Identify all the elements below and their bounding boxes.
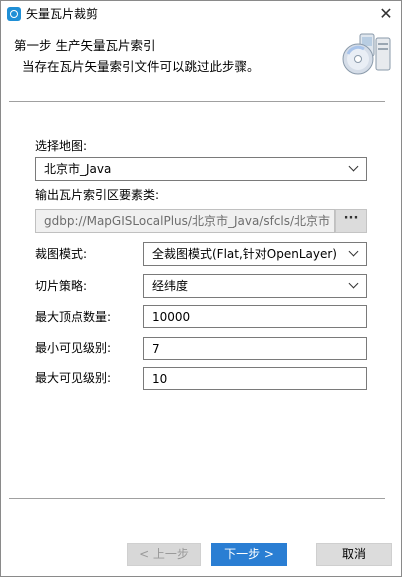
dialog-window: 矢量瓦片裁剪 ✕ 第一步 生产矢量瓦片索引 当存在瓦片矢量索引文件可以跳过此步骤… — [0, 0, 402, 577]
header-separator — [9, 101, 385, 102]
index-output-label: 输出瓦片索引区要素类: — [35, 188, 160, 202]
title-bar: 矢量瓦片裁剪 ✕ — [1, 1, 401, 28]
window-title: 矢量瓦片裁剪 — [26, 7, 99, 21]
previous-button[interactable]: < 上一步 — [127, 543, 201, 566]
crop-mode-value: 全裁图模式(Flat,针对OpenLayer) — [152, 247, 337, 261]
cancel-button[interactable]: 取消 — [316, 543, 392, 566]
index-output-field: gdbp://MapGISLocalPlus/北京市_Java/sfcls/北京… — [35, 209, 335, 233]
max-level-input[interactable]: 10 — [143, 367, 367, 390]
app-icon — [7, 7, 21, 21]
max-level-label: 最大可见级别: — [35, 371, 112, 385]
slice-strategy-value: 经纬度 — [152, 279, 189, 293]
cd-disk-install-icon — [342, 33, 391, 75]
min-level-value: 7 — [152, 342, 160, 356]
map-select[interactable]: 北京市_Java — [35, 157, 367, 181]
next-button[interactable]: 下一步 > — [211, 543, 287, 566]
crop-mode-select[interactable]: 全裁图模式(Flat,针对OpenLayer) — [143, 242, 367, 266]
map-label: 选择地图: — [35, 139, 88, 153]
map-select-value: 北京市_Java — [44, 162, 112, 176]
max-vertex-input[interactable]: 10000 — [143, 305, 367, 328]
chevron-down-icon — [349, 280, 359, 290]
slice-strategy-label: 切片策略: — [35, 279, 88, 293]
footer-separator — [9, 498, 385, 499]
min-level-label: 最小可见级别: — [35, 341, 112, 355]
min-level-input[interactable]: 7 — [143, 337, 367, 360]
browse-button[interactable]: ··· — [335, 209, 367, 233]
crop-mode-label: 裁图模式: — [35, 247, 88, 261]
close-icon[interactable]: ✕ — [371, 1, 401, 28]
max-vertex-value: 10000 — [152, 310, 191, 324]
max-vertex-label: 最大顶点数量: — [35, 310, 112, 324]
max-level-value: 10 — [152, 372, 168, 386]
chevron-down-icon — [349, 248, 359, 258]
wizard-header — [1, 28, 401, 88]
index-output-value: gdbp://MapGISLocalPlus/北京市_Java/sfcls/北京… — [44, 214, 331, 228]
step-title: 第一步 生产矢量瓦片索引 — [14, 38, 156, 53]
step-description: 当存在瓦片矢量索引文件可以跳过此步骤。 — [22, 59, 260, 74]
chevron-down-icon — [349, 163, 359, 173]
slice-strategy-select[interactable]: 经纬度 — [143, 274, 367, 298]
